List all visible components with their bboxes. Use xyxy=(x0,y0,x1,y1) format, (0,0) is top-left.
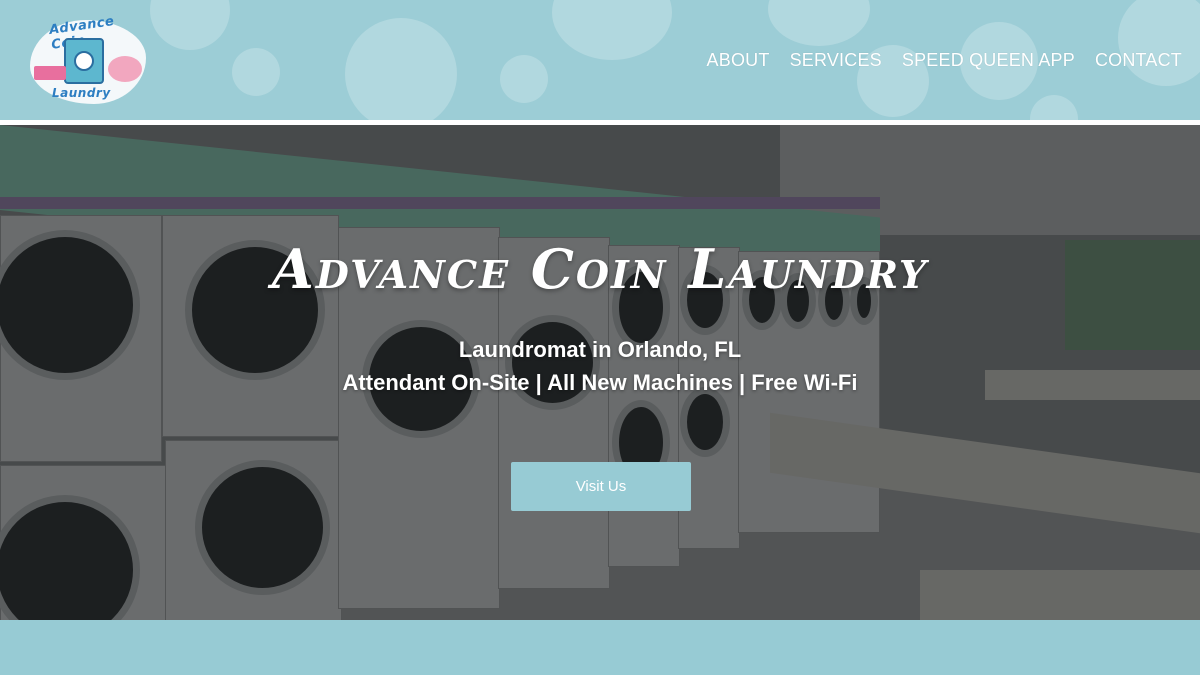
visit-us-button[interactable]: Visit Us xyxy=(511,462,691,511)
nav-speed-queen-app[interactable]: SPEED QUEEN APP xyxy=(902,50,1075,71)
nav-about[interactable]: ABOUT xyxy=(707,50,770,71)
decorative-bubble xyxy=(1118,0,1200,86)
hero-title: Advance Coin Laundry xyxy=(271,237,929,301)
section-band xyxy=(0,620,1200,675)
decorative-bubble xyxy=(345,18,457,120)
main-nav: ABOUT SERVICES SPEED QUEEN APP CONTACT xyxy=(707,50,1182,71)
decorative-bubble xyxy=(768,0,870,46)
washing-machine-icon xyxy=(64,38,104,84)
hero-features: Attendant On-Site | All New Machines | F… xyxy=(342,370,858,395)
decorative-bubble xyxy=(232,48,280,96)
nav-services[interactable]: SERVICES xyxy=(790,50,882,71)
decorative-bubble xyxy=(1030,95,1078,120)
logo-text-bottom: Laundry xyxy=(52,86,111,100)
laundry-basket-icon xyxy=(34,66,66,80)
decorative-bubble xyxy=(552,0,672,60)
nav-contact[interactable]: CONTACT xyxy=(1095,50,1182,71)
soap-suds-icon xyxy=(108,56,142,82)
washer-door-icon xyxy=(74,51,94,71)
hero-location: Laundromat in Orlando, FL xyxy=(458,337,742,362)
hero-section: Advance Coin Laundry Laundromat in Orlan… xyxy=(0,125,1200,620)
site-header: Advance Coin Laundry ABOUT SERVICES SPEE… xyxy=(0,0,1200,120)
decorative-bubble xyxy=(150,0,230,50)
site-logo[interactable]: Advance Coin Laundry xyxy=(28,12,150,108)
decorative-bubble xyxy=(500,55,548,103)
